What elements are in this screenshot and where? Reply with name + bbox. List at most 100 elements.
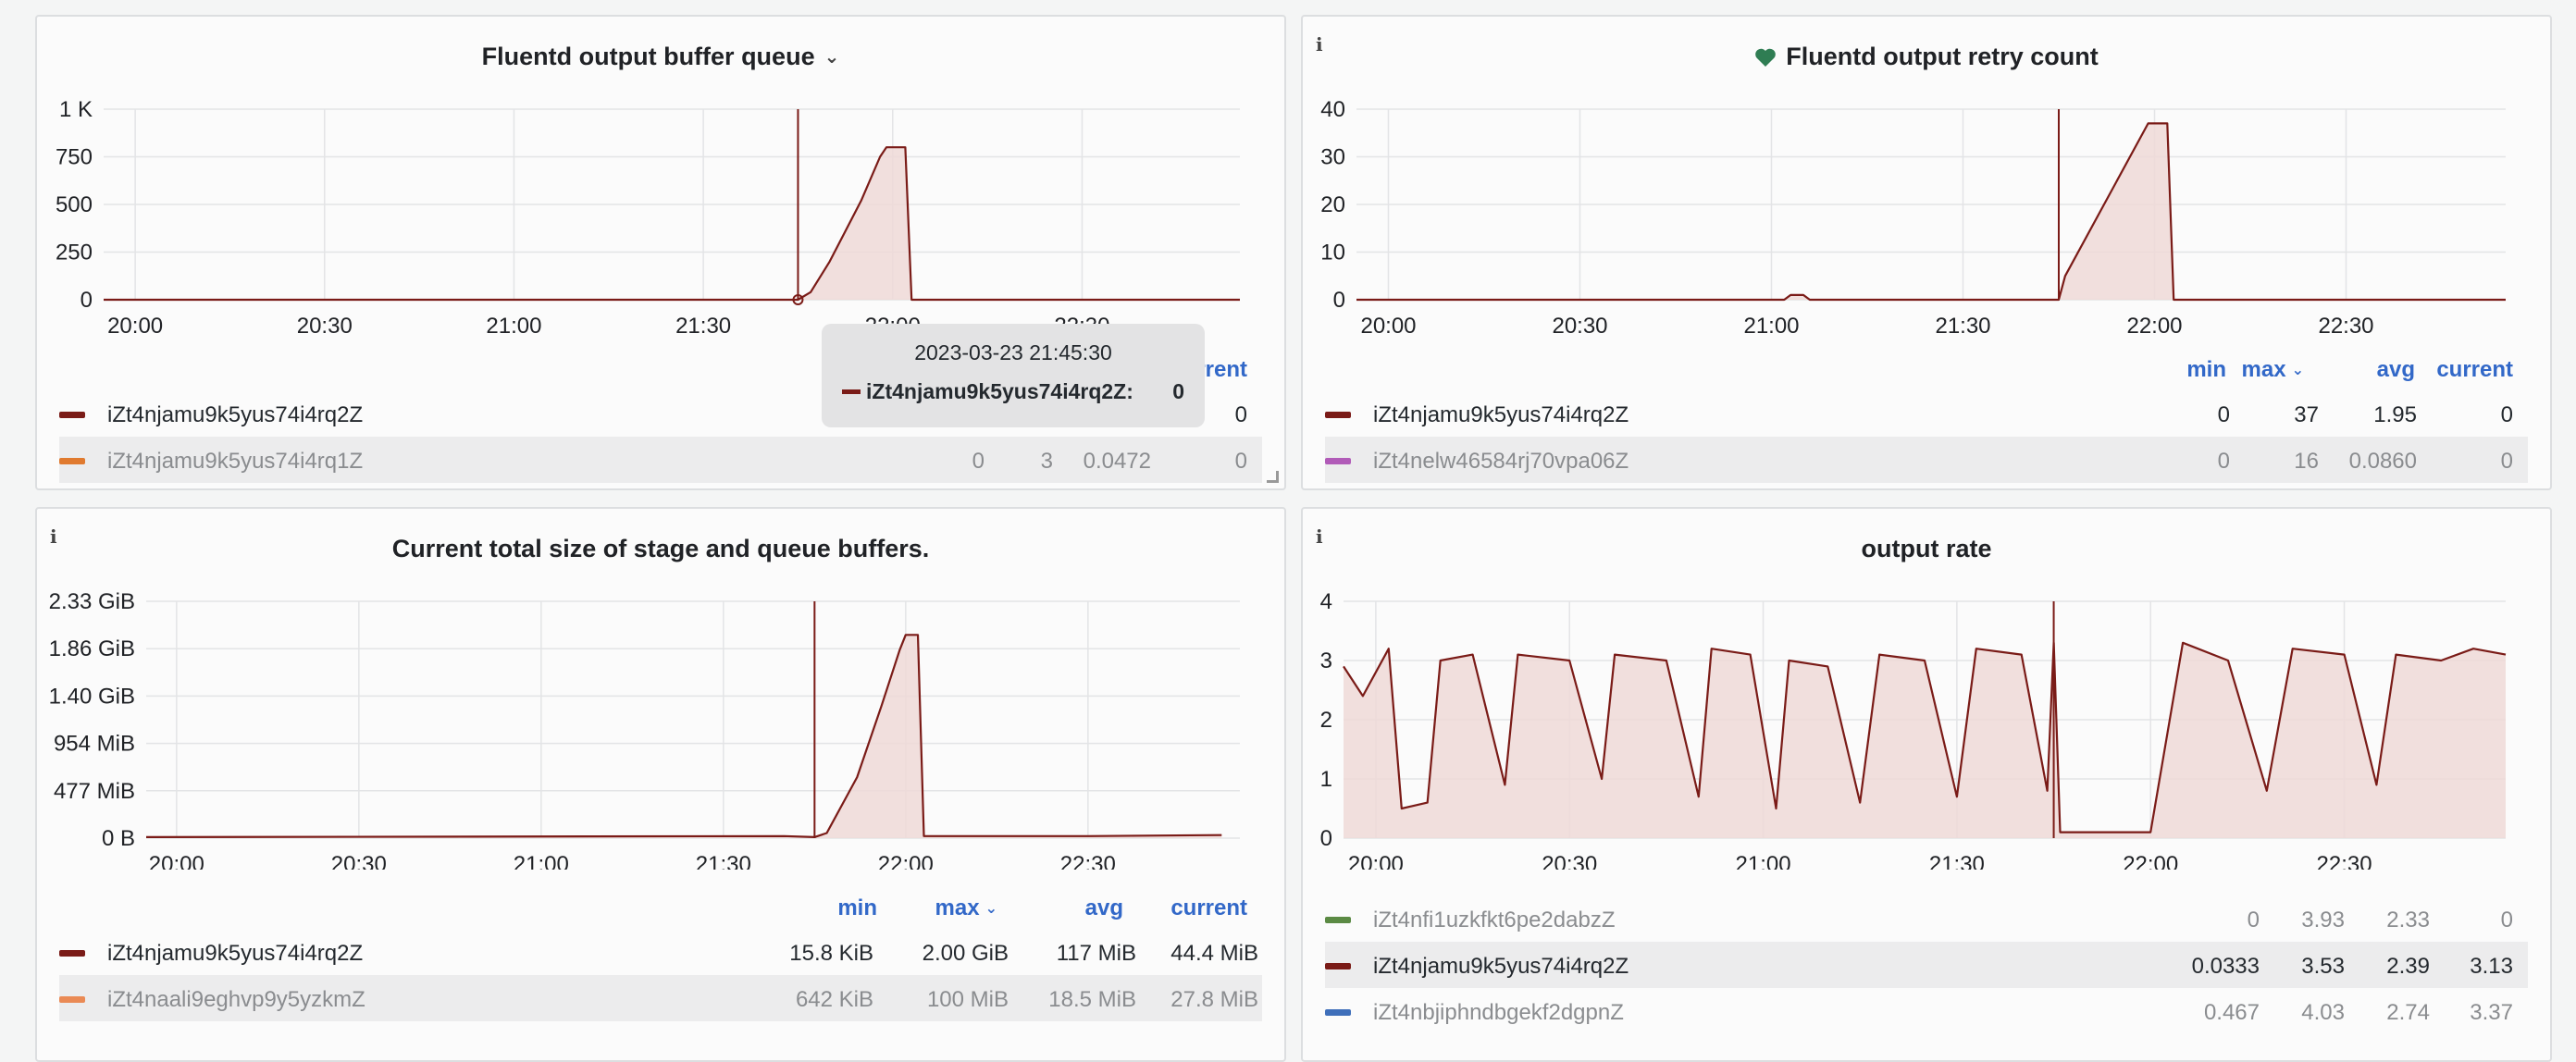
chart-retry-count[interactable]: 0 10 20 30 40 20:00 20:30 21:00 21:30 22:00 22:30 [1303,17,2552,359]
legend-max: 100 MiB [926,987,1009,1012]
y-tick-label: 30 [1320,145,1345,170]
x-tick-label: 22:30 [2318,314,2373,339]
y-tick-label: 20 [1320,192,1345,217]
chart-stage-size[interactable]: 0 B 477 MiB 954 MiB 1.40 GiB 1.86 GiB 2.33 Gi… [37,509,1286,870]
legend-max: 37 [2294,402,2319,427]
x-tick-label: 21:00 [1743,314,1799,339]
x-tick-label: 21:00 [514,852,569,870]
x-tick-label: 20:30 [1552,314,1607,339]
series-area [1356,123,2506,300]
legend-row[interactable]: iZt4naali9eghvp9y5yzkmZ 642 KiB 100 MiB … [59,975,1262,1021]
x-tick-label: 22:30 [1060,852,1116,870]
chart-buffer-queue[interactable]: 02505007501 K20:0020:3021:0021:3022:0022… [37,17,1286,359]
legend-header-max[interactable]: max ⌄ [935,895,997,921]
x-tick-label: 22:00 [878,852,934,870]
y-tick-label: 4 [1320,589,1332,614]
legend-header-min[interactable]: min [2186,357,2226,383]
chart-output-rate[interactable]: 0 1 2 3 4 20:00 20:30 21:00 21:30 22:00 22:30 [1303,509,2552,870]
legend-header-current[interactable]: current [2436,357,2513,383]
x-tick-label: 21:30 [696,852,751,870]
legend-current: 0 [2500,908,2513,932]
legend-avg: 117 MiB [1056,941,1136,966]
tooltip-swatch [842,389,861,394]
legend-swatch [1325,458,1351,464]
y-tick-label: 1.40 GiB [49,684,135,709]
legend-avg: 0.0860 [2348,449,2417,474]
legend-avg: 0.0472 [1083,449,1151,474]
x-tick-label: 21:30 [1929,852,1985,870]
panel-output-rate[interactable]: i output rate 0 1 2 3 4 20:00 20:30 21:00 21:30 2… [1301,507,2552,1062]
legend-row[interactable]: iZt4njamu9k5yus74i4rq2Z 0 37 1.95 0 [1325,390,2528,437]
legend-avg: 2.39 [2386,954,2430,979]
legend-swatch [59,412,85,418]
legend-current: 3.13 [2470,954,2513,979]
y-tick-label: 750 [56,145,93,170]
y-tick-label: 0 B [102,826,135,851]
x-tick-label: 21:00 [1736,852,1791,870]
legend-min: 642 KiB [795,987,873,1012]
legend-header-current[interactable]: current [1170,895,1247,921]
x-tick-label: 20:00 [1348,852,1404,870]
y-tick-label: 250 [56,241,93,266]
y-tick-label: 477 MiB [54,779,135,804]
y-tick-label: 0 [1333,288,1345,313]
y-tick-label: 500 [56,192,93,217]
legend-row[interactable]: iZt4nelw46584rj70vpa06Z 0 16 0.0860 0 [1325,437,2528,483]
y-tick-label: 10 [1320,241,1345,266]
legend-swatch [1325,917,1351,923]
legend-min: 0 [972,449,985,474]
legend-row[interactable]: iZt4njamu9k5yus74i4rq2Z 15.8 KiB 2.00 Gi… [59,929,1262,975]
legend-header-avg[interactable]: avg [2377,357,2415,383]
legend-current: 3.37 [2470,1000,2513,1025]
legend-avg: 2.33 [2386,908,2430,932]
resize-handle[interactable] [1267,471,1279,483]
y-tick-label: 954 MiB [54,732,135,757]
legend-series-name: iZt4njamu9k5yus74i4rq2Z [107,941,364,966]
x-tick-label: 21:30 [1935,314,1990,339]
tooltip-time: 2023-03-23 21:45:30 [914,340,1112,364]
series-line [145,634,1222,838]
legend-row[interactable]: iZt4nfi1uzkfkt6pe2dabzZ 0 3.93 2.33 0 [1325,895,2528,942]
y-tick-label: 2 [1320,708,1332,733]
legend-max: 3 [1040,449,1053,474]
legend-swatch [1325,412,1351,418]
x-tick-label: 20:00 [107,314,163,339]
legend-swatch [1325,963,1351,969]
panel-retry-count[interactable]: i Fluentd output retry count 0 10 20 30 40 20… [1301,15,2552,490]
hover-tooltip: 2023-03-23 21:45:30 iZt4njamu9k5yus74i4r… [822,324,1205,427]
legend-row[interactable]: iZt4njamu9k5yus74i4rq2Z 0.0333 3.53 2.39… [1325,942,2528,988]
legend-series-name: iZt4nfi1uzkfkt6pe2dabzZ [1373,908,1616,932]
legend-swatch [1325,1009,1351,1016]
chevron-down-icon: ⌄ [985,901,997,917]
legend-row[interactable]: iZt4nbjiphndbgekf2dgpnZ 0.467 4.03 2.74 … [1325,988,2528,1034]
legend-current: 0 [1234,449,1247,474]
y-tick-label: 1 K [59,97,93,122]
legend-max: 2.00 GiB [922,941,1009,966]
legend-min: 0.467 [2203,1000,2260,1025]
legend-avg: 1.95 [2373,402,2417,427]
y-tick-label: 2.33 GiB [49,589,135,614]
panel-buffer-queue[interactable]: Fluentd output buffer queue ⌄ 0 250 500 750 1… [35,15,1286,490]
legend-header-max[interactable]: max ⌄ [2242,357,2304,383]
y-tick-label: 40 [1320,97,1345,122]
panel-stage-size[interactable]: i Current total size of stage and queue … [35,507,1286,1062]
legend-row[interactable]: iZt4njamu9k5yus74i4rq1Z 0 3 0.0472 0 [59,437,1262,483]
legend-max: 4.03 [2301,1000,2345,1025]
x-tick-label: 20:30 [331,852,387,870]
series-line [1356,122,2506,302]
legend-swatch [59,950,85,957]
legend-series-name: iZt4njamu9k5yus74i4rq1Z [107,449,364,474]
x-tick-label: 21:00 [486,314,541,339]
series-line [104,146,1240,302]
x-tick-label: 20:00 [149,852,204,870]
legend-header-min[interactable]: min [837,895,877,921]
legend-series-name: iZt4nbjiphndbgekf2dgpnZ [1373,1000,1624,1025]
series-area [146,635,1222,838]
x-tick-label: 22:30 [2317,852,2372,870]
legend-header-avg[interactable]: avg [1085,895,1123,921]
legend-avg: 2.74 [2386,1000,2430,1025]
legend-avg: 18.5 MiB [1048,987,1136,1012]
legend-current: 0 [2500,449,2513,474]
legend-min: 0.0333 [2191,954,2260,979]
y-tick-label: 1 [1320,767,1332,792]
